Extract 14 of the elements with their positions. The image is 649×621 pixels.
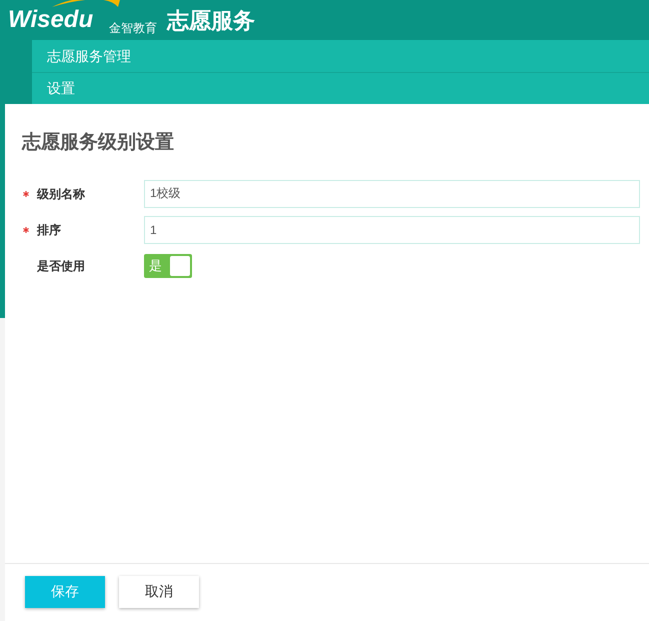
logo-text: Wisedu	[8, 6, 94, 33]
app-title: 志愿服务	[167, 10, 256, 32]
logo-subtitle: 金智教育	[109, 22, 158, 34]
save-button[interactable]: 保存	[25, 576, 105, 608]
input-field[interactable]: 1	[144, 216, 640, 244]
menu-item[interactable]: 设置	[32, 72, 649, 104]
menu-item[interactable]: 志愿服务管理	[32, 40, 649, 72]
dialog-title: 志愿服务级别设置	[22, 130, 175, 155]
field-label: 排序	[37, 222, 62, 238]
input-field[interactable]: 1校级	[144, 180, 640, 208]
toggle-switch[interactable]: 是	[144, 254, 192, 278]
field-label: 级别名称	[37, 186, 86, 202]
field-label: 是否使用	[37, 258, 86, 274]
cancel-button[interactable]: 取消	[119, 576, 199, 608]
